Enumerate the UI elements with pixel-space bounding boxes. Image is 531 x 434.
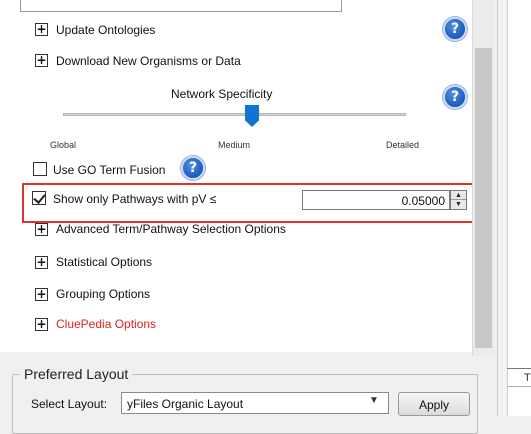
download-organisms-expand-icon[interactable]: + [35,54,48,67]
specificity-slider-track[interactable] [63,113,406,116]
grouping-options-expand-icon[interactable]: + [35,288,48,301]
divider [507,368,531,369]
advanced-options-label[interactable]: Advanced Term/Pathway Selection Options [56,222,286,236]
preferred-layout-title: Preferred Layout [20,366,133,382]
cluepedia-options-label[interactable]: CluePedia Options [56,317,156,331]
scrollbar-thumb[interactable] [475,48,492,348]
help-icon[interactable]: ? [181,156,205,180]
cluepedia-options-expand-icon[interactable]: + [35,318,48,331]
go-term-fusion-label[interactable]: Use GO Term Fusion [53,163,165,177]
highlight-box [22,183,480,223]
select-layout-label: Select Layout: [31,397,108,411]
grouping-options-label[interactable]: Grouping Options [56,287,150,301]
network-specificity-title: Network Specificity [171,87,273,101]
chevron-down-icon[interactable]: ▼ [369,395,379,406]
advanced-options-expand-icon[interactable]: + [35,223,48,236]
right-panel-content [507,0,531,416]
update-ontologies-label[interactable]: Update Ontologies [56,23,155,37]
layout-dropdown[interactable]: yFiles Organic Layout [121,392,389,414]
apply-button[interactable]: Apply [398,392,470,416]
go-term-fusion-checkbox[interactable] [33,162,47,176]
download-organisms-label[interactable]: Download New Organisms or Data [56,54,241,68]
tick-medium: Medium [218,140,251,150]
update-ontologies-expand-icon[interactable]: + [35,23,48,36]
top-frame [20,0,342,12]
tick-global: Global [50,140,77,150]
statistical-options-expand-icon[interactable]: + [35,256,48,269]
help-icon[interactable]: ? [443,17,467,41]
statistical-options-label[interactable]: Statistical Options [56,255,152,269]
help-icon[interactable]: ? [443,85,467,109]
tick-detailed: Detailed [386,140,420,150]
right-panel-header: T [524,372,531,384]
divider [507,386,531,387]
